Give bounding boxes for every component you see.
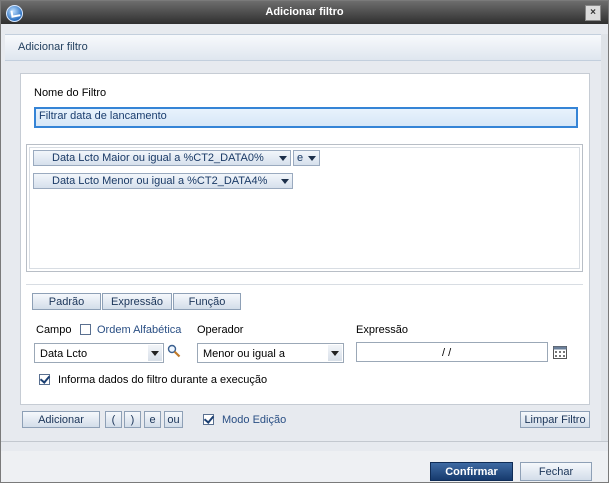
operator-value: Menor ou igual a	[203, 348, 285, 360]
close-window-icon[interactable]: ×	[585, 5, 601, 21]
runtime-label: Informa dados do filtro durante a execuç…	[58, 374, 268, 386]
alphabetical-checkbox[interactable]	[80, 324, 91, 335]
close-paren-button[interactable]: )	[124, 411, 141, 428]
operator-select[interactable]: Menor ou igual a	[197, 343, 344, 363]
condition-text: Data Lcto Menor ou igual a %CT2_DATA4%	[52, 175, 268, 187]
filter-name-input[interactable]: Filtrar data de lancamento	[34, 107, 578, 128]
field-select[interactable]: Data Lcto	[34, 343, 164, 363]
chevron-down-icon	[328, 345, 342, 361]
title-bar: Adicionar filtro ×	[1, 1, 608, 24]
section-header: Adicionar filtro	[5, 34, 601, 61]
chevron-down-icon	[279, 156, 287, 161]
chevron-down-icon	[148, 345, 162, 361]
section-title: Adicionar filtro	[18, 41, 88, 53]
expression-input[interactable]: / /	[356, 342, 548, 362]
field-label: Campo	[36, 324, 72, 336]
dialog-footer	[1, 451, 608, 482]
clear-filter-button[interactable]: Limpar Filtro	[520, 411, 590, 428]
tab-padrao[interactable]: Padrão	[32, 293, 101, 310]
confirm-button[interactable]: Confirmar	[430, 462, 513, 481]
condition-item[interactable]: Data Lcto Menor ou igual a %CT2_DATA4%	[33, 173, 293, 189]
expression-value: / /	[442, 347, 452, 359]
tab-funcao[interactable]: Função	[173, 293, 241, 310]
dialog-window: Adicionar filtro × Adicionar filtro Nome…	[0, 0, 609, 483]
edit-mode-checkbox[interactable]	[203, 414, 214, 425]
edit-mode-label: Modo Edição	[222, 414, 287, 426]
chevron-down-icon	[308, 156, 316, 161]
close-button[interactable]: Fechar	[520, 462, 592, 481]
expression-label: Expressão	[356, 324, 408, 336]
connector-text: e	[297, 152, 304, 164]
open-paren-button[interactable]: (	[105, 411, 122, 428]
operator-label: Operador	[197, 324, 244, 336]
filter-name-label: Nome do Filtro	[34, 87, 107, 99]
or-button[interactable]: ou	[164, 411, 183, 428]
condition-item[interactable]: Data Lcto Maior ou igual a %CT2_DATA0%	[33, 150, 291, 166]
and-button[interactable]: e	[144, 411, 161, 428]
window-title: Adicionar filtro	[265, 6, 344, 18]
chevron-down-icon	[281, 179, 289, 184]
condition-text: Data Lcto Maior ou igual a %CT2_DATA0%	[52, 152, 264, 164]
search-icon[interactable]	[167, 344, 181, 358]
divider	[26, 284, 583, 285]
runtime-checkbox[interactable]	[39, 374, 50, 385]
window-scrollbar[interactable]	[601, 34, 608, 441]
alphabetical-label: Ordem Alfabética	[97, 324, 182, 336]
divider	[1, 441, 608, 442]
calendar-icon[interactable]	[553, 346, 567, 359]
field-value: Data Lcto	[40, 348, 88, 360]
condition-connector[interactable]: e	[293, 150, 320, 166]
add-button[interactable]: Adicionar	[22, 411, 100, 428]
tab-expressao[interactable]: Expressão	[102, 293, 172, 310]
filter-name-value: Filtrar data de lancamento	[39, 110, 167, 122]
